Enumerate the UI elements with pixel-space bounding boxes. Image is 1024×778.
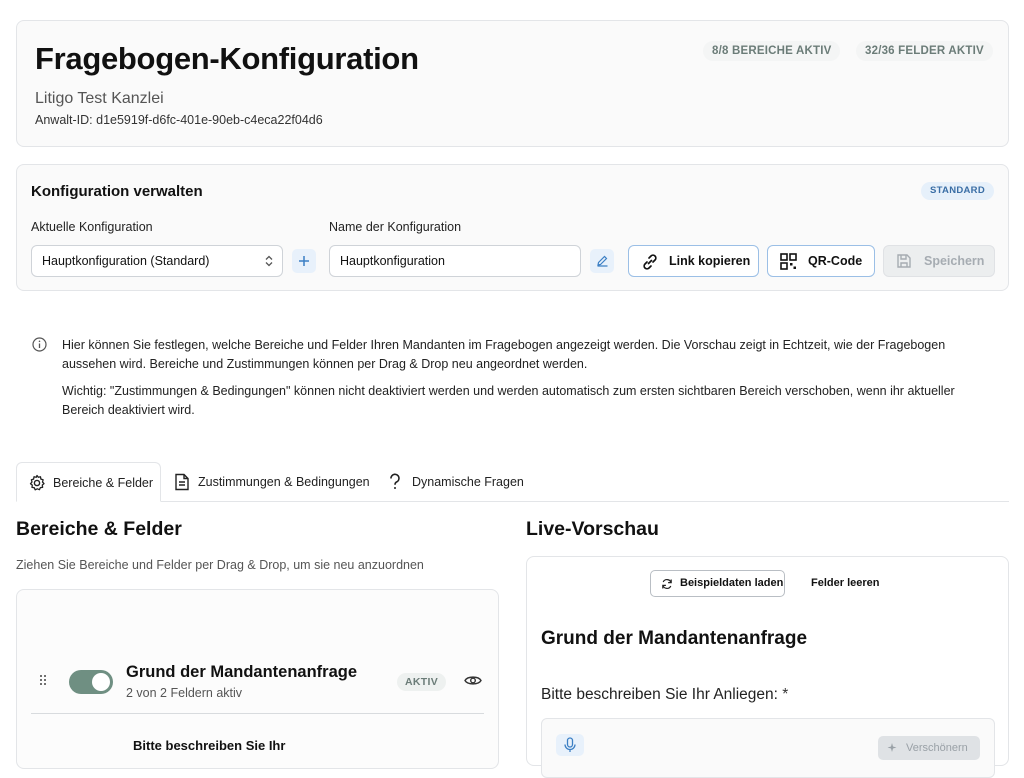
beautify-button[interactable]: Verschönern — [878, 736, 980, 760]
chevron-updown-icon — [265, 246, 273, 280]
sections-active-badge: 8/8 BEREICHE AKTIV — [703, 41, 841, 61]
qr-code-button[interactable]: QR-Code — [767, 245, 875, 277]
preview-section-title: Grund der Mandantenanfrage — [541, 628, 808, 649]
save-label: Speichern — [924, 254, 985, 268]
load-sample-button[interactable]: Beispieldaten laden — [650, 570, 785, 597]
builder-hint: Ziehen Sie Bereiche und Felder per Drag … — [16, 558, 424, 572]
clear-fields-button[interactable]: Felder leeren — [811, 577, 879, 589]
save-button[interactable]: Speichern — [883, 245, 995, 277]
preview-question-text: Bitte beschreiben Sie Ihr Anliegen: — [541, 686, 778, 703]
sparkle-icon — [887, 743, 897, 752]
tab-dynamic-questions-label: Dynamische Fragen — [412, 475, 524, 489]
builder-title: Bereiche & Felder — [16, 518, 182, 540]
tab-sections-fields-label: Bereiche & Felder — [53, 476, 154, 490]
config-card: Konfiguration verwalten STANDARD Aktuell… — [16, 164, 1009, 291]
preview-card: Beispieldaten laden Felder leeren Grund … — [526, 556, 1009, 778]
config-name-input[interactable] — [329, 245, 581, 277]
save-icon — [897, 254, 911, 268]
gear-icon — [29, 474, 45, 491]
microphone-button[interactable] — [556, 734, 584, 756]
builder-card: Grund der Mandantenanfrage 2 von 2 Felde… — [16, 589, 499, 769]
microphone-icon — [564, 737, 576, 752]
load-sample-label: Beispieldaten laden — [680, 577, 784, 589]
link-icon — [643, 254, 657, 270]
pencil-icon — [596, 255, 607, 267]
section-divider — [31, 713, 484, 714]
config-select-value: Hauptkonfiguration (Standard) — [42, 254, 210, 268]
required-marker: * — [782, 686, 789, 703]
config-name-label: Name der Konfiguration — [329, 220, 462, 234]
current-config-label: Aktuelle Konfiguration — [31, 220, 153, 234]
info-text-important: Wichtig: "Zustimmungen & Bedingungen" kö… — [62, 384, 955, 417]
status-badge: AKTIV — [397, 673, 446, 691]
preview-question-label: Bitte beschreiben Sie Ihr Anliegen: * — [541, 686, 788, 704]
drag-handle-icon[interactable] — [39, 674, 47, 689]
beautify-label: Verschönern — [906, 742, 968, 754]
eye-icon[interactable] — [464, 674, 482, 687]
info-text-usage: Hier können Sie festlegen, welche Bereic… — [62, 338, 946, 371]
preview-textarea[interactable]: Verschönern — [541, 718, 995, 778]
refresh-icon — [662, 578, 672, 590]
info-icon — [32, 337, 47, 352]
plus-icon — [299, 256, 309, 266]
tab-sections-fields[interactable]: Bereiche & Felder — [16, 462, 161, 502]
section-name: Grund der Mandantenanfrage — [126, 663, 358, 681]
tab-consents-conditions[interactable]: Zustimmungen & Bedingungen — [172, 462, 372, 502]
firm-name: Litigo Test Kanzlei — [35, 90, 164, 107]
qr-code-label: QR-Code — [808, 254, 863, 268]
copy-link-button[interactable]: Link kopieren — [628, 245, 759, 277]
section-field-count: 2 von 2 Feldern aktiv — [126, 686, 243, 700]
header-card: Fragebogen-Konfiguration 8/8 BEREICHE AK… — [16, 20, 1009, 147]
config-title: Konfiguration verwalten — [31, 183, 203, 200]
toggle-knob — [92, 673, 110, 691]
page-title: Fragebogen-Konfiguration — [35, 41, 419, 76]
section-toggle[interactable] — [69, 670, 113, 694]
standard-badge: STANDARD — [921, 182, 994, 200]
edit-name-button[interactable] — [590, 249, 614, 273]
qr-code-icon — [780, 253, 797, 270]
fields-active-badge: 32/36 FELDER AKTIV — [856, 41, 993, 61]
add-config-button[interactable] — [292, 249, 316, 273]
question-icon — [390, 473, 400, 489]
copy-link-label: Link kopieren — [669, 254, 751, 268]
document-icon — [175, 473, 189, 491]
tab-dynamic-questions[interactable]: Dynamische Fragen — [386, 462, 526, 502]
tab-consents-conditions-label: Zustimmungen & Bedingungen — [198, 475, 370, 489]
config-select[interactable]: Hauptkonfiguration (Standard) — [31, 245, 283, 277]
lawyer-id: Anwalt-ID: d1e5919f-d6fc-401e-90eb-c4eca… — [35, 113, 323, 127]
preview-title: Live-Vorschau — [526, 518, 659, 540]
